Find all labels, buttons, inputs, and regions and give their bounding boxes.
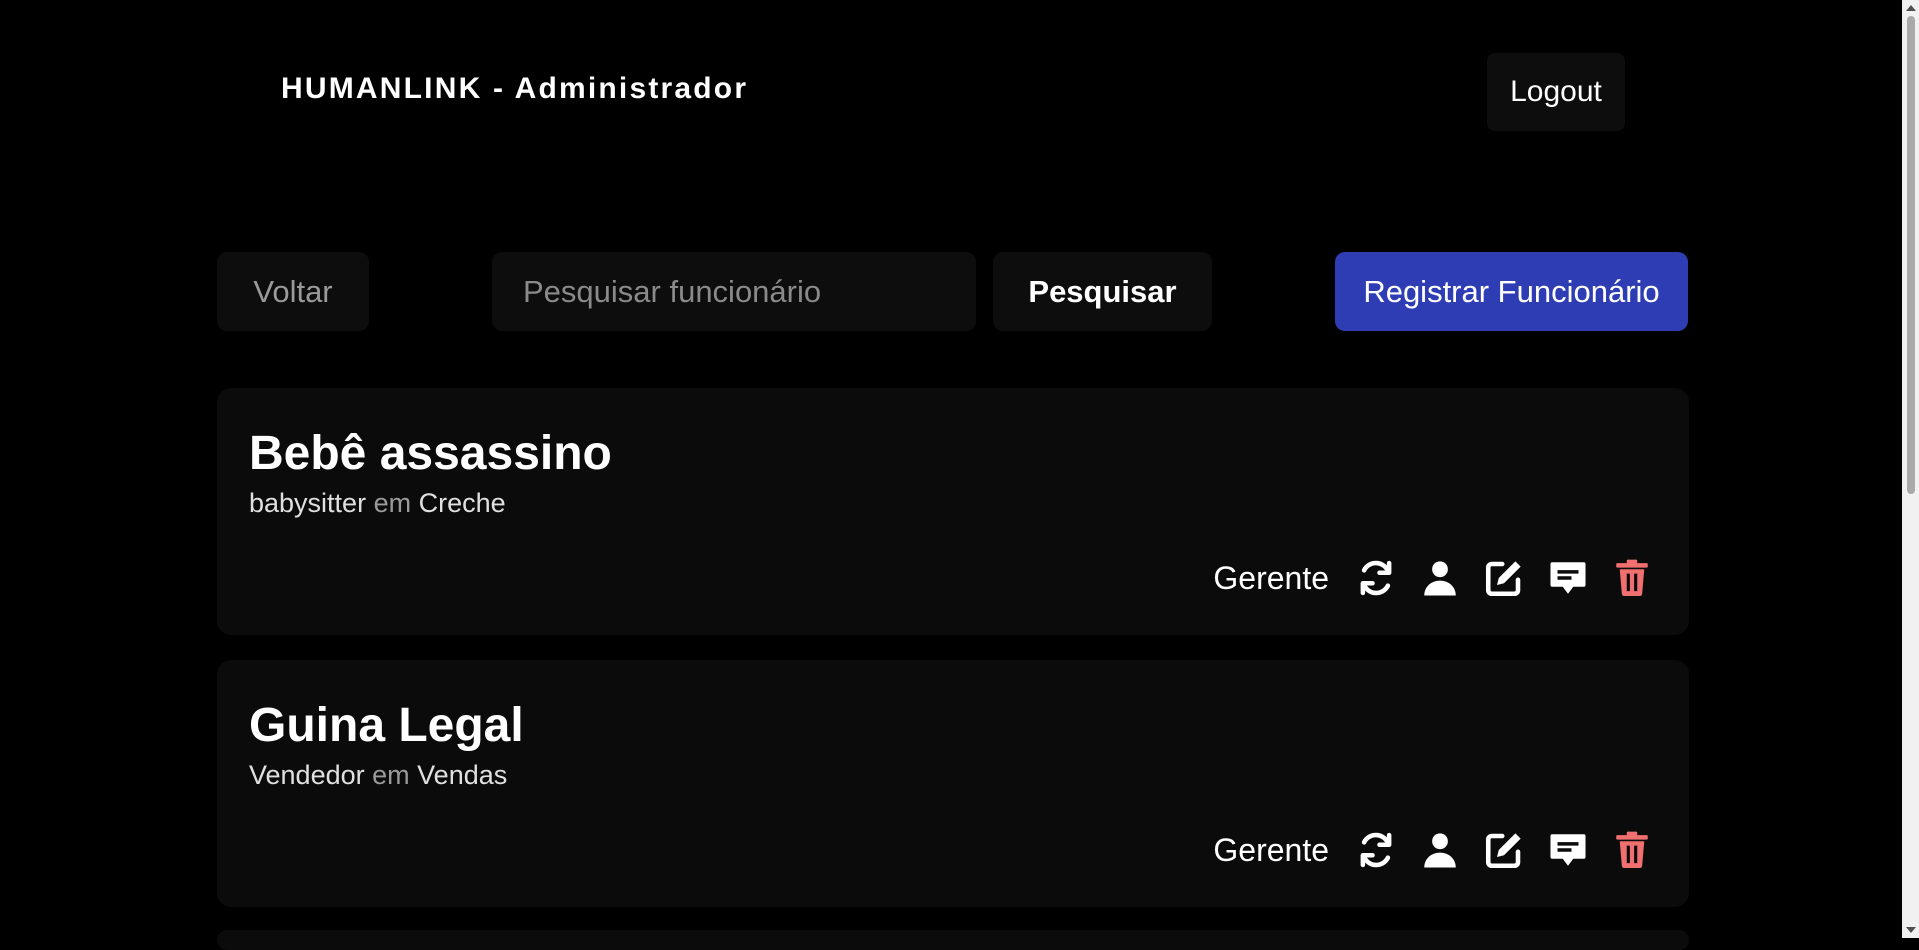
message-icon[interactable] [1547, 829, 1589, 871]
employee-role-line: Vendedor em Vendas [249, 760, 507, 791]
employee-card: Guina Legal Vendedor em Vendas Gerente [217, 660, 1689, 907]
edit-icon[interactable] [1483, 829, 1525, 871]
user-icon[interactable] [1419, 557, 1461, 599]
search-button[interactable]: Pesquisar [993, 252, 1212, 331]
scroll-down-icon[interactable] [1906, 927, 1916, 933]
message-icon[interactable] [1547, 557, 1589, 599]
employee-actions: Gerente [1213, 554, 1653, 602]
search-input[interactable]: Pesquisar funcionário [492, 252, 976, 331]
employee-actions: Gerente [1213, 826, 1653, 874]
logout-button[interactable]: Logout [1487, 53, 1625, 131]
employee-connector: em [372, 760, 410, 790]
trash-icon[interactable] [1611, 829, 1653, 871]
employee-department: Creche [418, 488, 506, 518]
employee-role-line: babysitter em Creche [249, 488, 506, 519]
scrollbar[interactable] [1902, 0, 1919, 938]
employee-level: Gerente [1213, 559, 1329, 596]
employee-card: Bebê assassino babysitter em Creche Gere… [217, 388, 1689, 635]
scroll-thumb[interactable] [1907, 16, 1915, 494]
refresh-icon[interactable] [1355, 829, 1397, 871]
employee-department: Vendas [417, 760, 508, 790]
employee-role: Vendedor [249, 760, 365, 790]
employee-role: babysitter [249, 488, 367, 518]
scroll-up-icon[interactable] [1906, 5, 1916, 11]
register-employee-button[interactable]: Registrar Funcionário [1335, 252, 1688, 331]
refresh-icon[interactable] [1355, 557, 1397, 599]
trash-icon[interactable] [1611, 557, 1653, 599]
employee-level: Gerente [1213, 831, 1329, 868]
edit-icon[interactable] [1483, 557, 1525, 599]
app-title: HUMANLINK - Administrador [281, 72, 749, 105]
employee-card-partial [217, 930, 1689, 950]
employee-name: Guina Legal [249, 699, 524, 752]
employee-name: Bebê assassino [249, 427, 612, 480]
employee-connector: em [373, 488, 412, 518]
back-button[interactable]: Voltar [217, 252, 369, 331]
user-icon[interactable] [1419, 829, 1461, 871]
